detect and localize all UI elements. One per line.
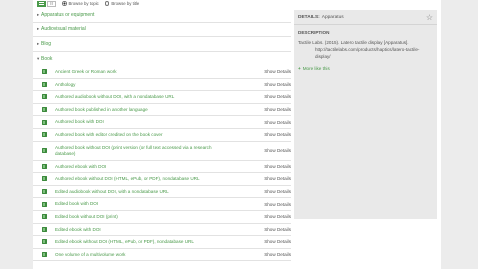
citation-text: Tactile Labs. (2015). Latero tactile dis…	[298, 40, 433, 60]
book-icon	[42, 214, 47, 220]
group-label: Apparatus or equipment	[41, 11, 95, 18]
list-item: Authored book with DOI Show Details	[33, 116, 291, 129]
book-icon	[42, 81, 47, 87]
book-icon	[42, 94, 47, 100]
group-book[interactable]: ▾ Book	[33, 52, 291, 67]
group-apparatus[interactable]: ▸ Apparatus or equipment	[33, 8, 291, 23]
details-value: Apparatus	[321, 14, 344, 20]
more-label: More like this	[302, 66, 330, 72]
list-item: Edited ebook without DOI (HTML, ePub, or…	[33, 236, 291, 249]
plus-icon: +	[298, 66, 301, 72]
citation-url-end: display/	[315, 53, 331, 59]
browse-topic-label: Browse by topic	[68, 1, 99, 6]
list-item: Edited book without DOI (print) Show Deta…	[33, 211, 291, 224]
browse-title-radio[interactable]	[104, 1, 110, 6]
show-details-link[interactable]: Show Details	[264, 252, 291, 257]
book-icon	[42, 226, 47, 232]
more-like-this-link[interactable]: + More like this	[298, 66, 433, 71]
item-title-link[interactable]: Authored ebook without DOI (HTML, ePub, …	[55, 176, 230, 182]
item-title-link[interactable]: Authored book with editor credited on th…	[55, 132, 230, 138]
group-label: Audiovisual material	[41, 26, 86, 33]
list-item: Authored ebook with DOI Show Details	[33, 161, 291, 174]
citation-line: Tactile Labs. (2015). Latero tactile dis…	[298, 40, 409, 45]
show-details-link[interactable]: Show Details	[264, 120, 291, 125]
book-icon	[42, 119, 47, 125]
list-item: Edited book with DOI Show Details	[33, 198, 291, 211]
details-label: DETAILS:	[298, 14, 320, 20]
show-details-link[interactable]: Show Details	[264, 69, 291, 74]
list-icon	[39, 2, 44, 5]
show-details-link[interactable]: Show Details	[264, 148, 291, 153]
list-item: Authored ebook without DOI (HTML, ePub, …	[33, 173, 291, 186]
item-title-link[interactable]: Authored book published in another langu…	[55, 107, 230, 113]
book-icon	[42, 201, 47, 207]
grid-icon: ☷	[49, 1, 54, 6]
item-title-link[interactable]: Edited ebook without DOI (HTML, ePub, or…	[55, 239, 230, 245]
list-item: Anthology Show Details	[33, 79, 291, 92]
show-details-link[interactable]: Show Details	[264, 214, 291, 219]
item-title-link[interactable]: Edited book with DOI	[55, 201, 230, 207]
book-icon	[42, 163, 47, 169]
item-title-link[interactable]: Authored audiobook without DOI, with a n…	[55, 94, 230, 100]
item-title-link[interactable]: Ancient Greek or Roman work	[55, 69, 230, 75]
list-item: Edited audiobook without DOI, with a non…	[33, 186, 291, 199]
item-title-link[interactable]: Edited ebook with DOI	[55, 227, 230, 233]
show-details-link[interactable]: Show Details	[264, 239, 291, 244]
show-details-link[interactable]: Show Details	[264, 227, 291, 232]
item-title-link[interactable]: Edited audiobook without DOI, with a non…	[55, 189, 230, 195]
show-details-link[interactable]: Show Details	[264, 202, 291, 207]
book-icon	[42, 239, 47, 245]
book-icon	[42, 176, 47, 182]
book-icon	[42, 132, 47, 138]
item-title-link[interactable]: Authored ebook with DOI	[55, 164, 230, 170]
book-icon	[42, 148, 47, 154]
item-title-link[interactable]: Anthology	[55, 82, 230, 88]
show-details-link[interactable]: Show Details	[264, 94, 291, 99]
item-title-link[interactable]: One volume of a multivolume work	[55, 252, 230, 258]
details-header: DETAILS: Apparatus	[294, 10, 437, 25]
list-item: Authored book published in another langu…	[33, 104, 291, 117]
list-item: One volume of a multivolume work Show Det…	[33, 249, 291, 262]
item-title-link[interactable]: Edited book without DOI (print)	[55, 214, 230, 220]
group-blog[interactable]: ▸ Blog	[33, 37, 291, 52]
show-details-link[interactable]: Show Details	[264, 189, 291, 194]
show-details-link[interactable]: Show Details	[264, 176, 291, 181]
group-audiovisual[interactable]: ▸ Audiovisual material	[33, 23, 291, 37]
list-view-button[interactable]	[37, 0, 46, 7]
group-label: Book	[41, 55, 53, 62]
book-icon	[42, 107, 47, 113]
book-icon	[42, 69, 47, 75]
list-item: Authored book with editor credited on th…	[33, 129, 291, 142]
grid-view-button[interactable]: ☷	[47, 0, 56, 7]
book-icon	[42, 189, 47, 195]
browse-topic-radio[interactable]	[62, 1, 67, 6]
description-heading: DESCRIPTION	[298, 30, 330, 35]
group-label: Blog	[41, 40, 52, 47]
show-details-link[interactable]: Show Details	[264, 82, 291, 87]
citation-url: http://tactilelabs.com/products/haptics/…	[315, 46, 420, 52]
book-icon	[42, 252, 47, 258]
main-page: ☷ Browse by topic Browse by title ▸ Appar…	[33, 0, 441, 269]
browse-title-label: Browse by title	[111, 1, 140, 6]
list-item: Authored audiobook without DOI, with a n…	[33, 91, 291, 104]
item-title-link[interactable]: Authored book with DOI	[55, 119, 230, 125]
topic-list: ▸ Apparatus or equipment ▸ Audiovisual mat…	[33, 8, 291, 262]
browse-toolbar: ☷ Browse by topic Browse by title	[33, 0, 441, 7]
show-details-link[interactable]: Show Details	[264, 107, 291, 112]
star-icon[interactable]: ☆	[426, 13, 433, 22]
list-item: Authored book without DOI (print version…	[33, 142, 291, 161]
details-panel: DETAILS: Apparatus ☆ DESCRIPTION Tactile…	[294, 10, 437, 219]
show-details-link[interactable]: Show Details	[264, 164, 291, 169]
list-item: Ancient Greek or Roman work Show Details	[33, 66, 291, 79]
item-title-link[interactable]: Authored book without DOI (print version…	[55, 145, 230, 156]
show-details-link[interactable]: Show Details	[264, 132, 291, 137]
list-item: Edited ebook with DOI Show Details	[33, 224, 291, 237]
